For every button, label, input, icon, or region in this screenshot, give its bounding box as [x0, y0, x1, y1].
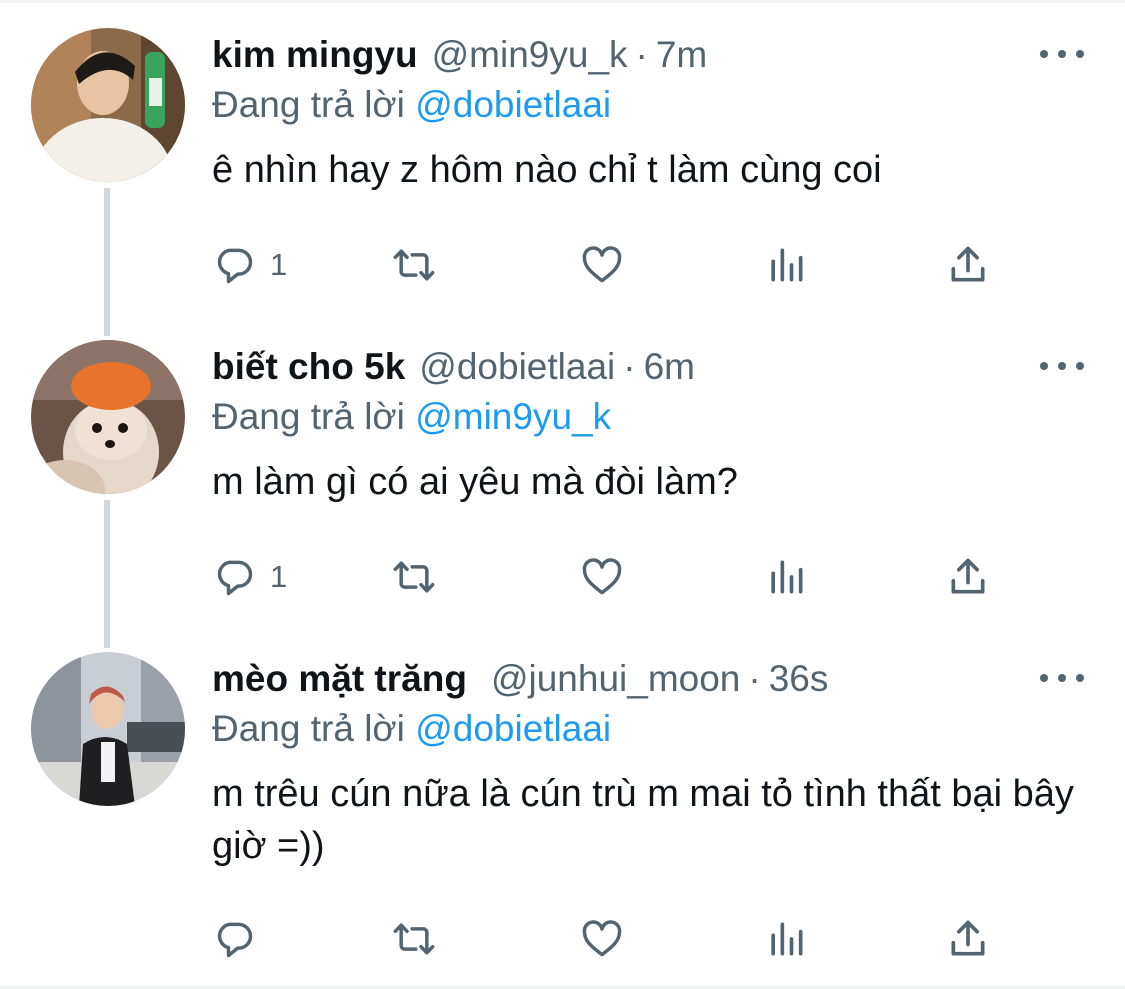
reply-button[interactable]	[212, 914, 270, 964]
user-handle[interactable]: @junhui_moon	[491, 658, 740, 700]
retweet-icon	[393, 923, 435, 955]
reply-button[interactable]: 1	[212, 552, 287, 602]
reply-icon	[217, 560, 253, 596]
display-name[interactable]: biết cho 5k	[212, 346, 405, 388]
heart-icon	[582, 920, 622, 957]
action-bar: 1	[212, 552, 1012, 602]
reply-icon	[217, 922, 253, 958]
mention-link[interactable]: @dobietlaai	[415, 84, 611, 125]
reply-count: 1	[270, 559, 288, 594]
replying-to: Đang trả lời @dobietlaai	[212, 708, 611, 750]
reply-count: 1	[270, 247, 288, 282]
share-button[interactable]	[946, 240, 990, 290]
like-button[interactable]	[580, 914, 624, 964]
share-button[interactable]	[946, 552, 990, 602]
retweet-icon	[393, 561, 435, 593]
heart-icon	[582, 558, 622, 595]
views-button[interactable]	[764, 552, 808, 602]
views-button[interactable]	[764, 914, 808, 964]
mention-link[interactable]: @dobietlaai	[415, 708, 611, 749]
tweet-header: mèo mặt trăng @junhui_moon · 36s	[212, 652, 828, 706]
like-button[interactable]	[580, 552, 624, 602]
replying-to: Đang trả lời @dobietlaai	[212, 84, 611, 126]
tweet-header: biết cho 5k @dobietlaai · 6m	[212, 340, 695, 394]
views-button[interactable]	[764, 240, 808, 290]
retweet-button[interactable]	[392, 240, 436, 290]
more-icon[interactable]	[1040, 42, 1084, 66]
avatar-image	[31, 340, 185, 494]
timestamp[interactable]: 6m	[644, 346, 695, 388]
analytics-icon	[771, 560, 803, 594]
display-name[interactable]: mèo mặt trăng	[212, 658, 467, 700]
retweet-button[interactable]	[392, 914, 436, 964]
avatar[interactable]	[31, 28, 185, 182]
reply-button[interactable]: 1	[212, 240, 287, 290]
share-icon	[951, 558, 985, 594]
avatar[interactable]	[31, 340, 185, 494]
timestamp[interactable]: 36s	[769, 658, 829, 700]
tweet-text: m trêu cún nữa là cún trù m mai tỏ tình …	[212, 773, 1074, 867]
more-icon[interactable]	[1040, 666, 1084, 690]
user-handle[interactable]: @min9yu_k	[432, 34, 628, 76]
avatar-image	[31, 652, 185, 806]
avatar[interactable]	[31, 652, 185, 806]
tweet-header: kim mingyu @min9yu_k · 7m	[212, 28, 707, 82]
display-name[interactable]: kim mingyu	[212, 34, 418, 76]
tweet[interactable]: biết cho 5k @dobietlaai · 6m Đang trả lờ…	[0, 340, 1125, 640]
like-button[interactable]	[580, 240, 624, 290]
retweet-button[interactable]	[392, 552, 436, 602]
share-button[interactable]	[946, 914, 990, 964]
tweet[interactable]: mèo mặt trăng @junhui_moon · 36s Đang tr…	[0, 652, 1125, 982]
separator-dot: ·	[623, 346, 636, 387]
share-icon	[951, 246, 985, 282]
separator-dot: ·	[635, 34, 648, 75]
replying-prefix: Đang trả lời	[212, 84, 405, 125]
replying-to: Đang trả lời @min9yu_k	[212, 396, 611, 438]
tweet-text: m làm gì có ai yêu mà đòi làm?	[212, 461, 738, 503]
more-icon[interactable]	[1040, 354, 1084, 378]
replying-prefix: Đang trả lời	[212, 708, 405, 749]
heart-icon	[582, 246, 622, 283]
action-bar	[212, 914, 1012, 964]
user-handle[interactable]: @dobietlaai	[419, 346, 615, 388]
timestamp[interactable]: 7m	[656, 34, 707, 76]
replying-prefix: Đang trả lời	[212, 396, 405, 437]
mention-link[interactable]: @min9yu_k	[415, 396, 611, 437]
separator-dot: ·	[748, 658, 761, 699]
tweet[interactable]: kim mingyu @min9yu_k · 7m Đang trả lời @…	[0, 28, 1125, 328]
analytics-icon	[771, 922, 803, 956]
tweet-text: ê nhìn hay z hôm nào chỉ t làm cùng coi	[212, 149, 882, 191]
retweet-icon	[393, 249, 435, 281]
action-bar: 1	[212, 240, 1012, 290]
reply-icon	[217, 248, 253, 284]
share-icon	[951, 920, 985, 956]
avatar-image	[31, 28, 185, 182]
analytics-icon	[771, 248, 803, 282]
top-divider	[0, 0, 1125, 3]
